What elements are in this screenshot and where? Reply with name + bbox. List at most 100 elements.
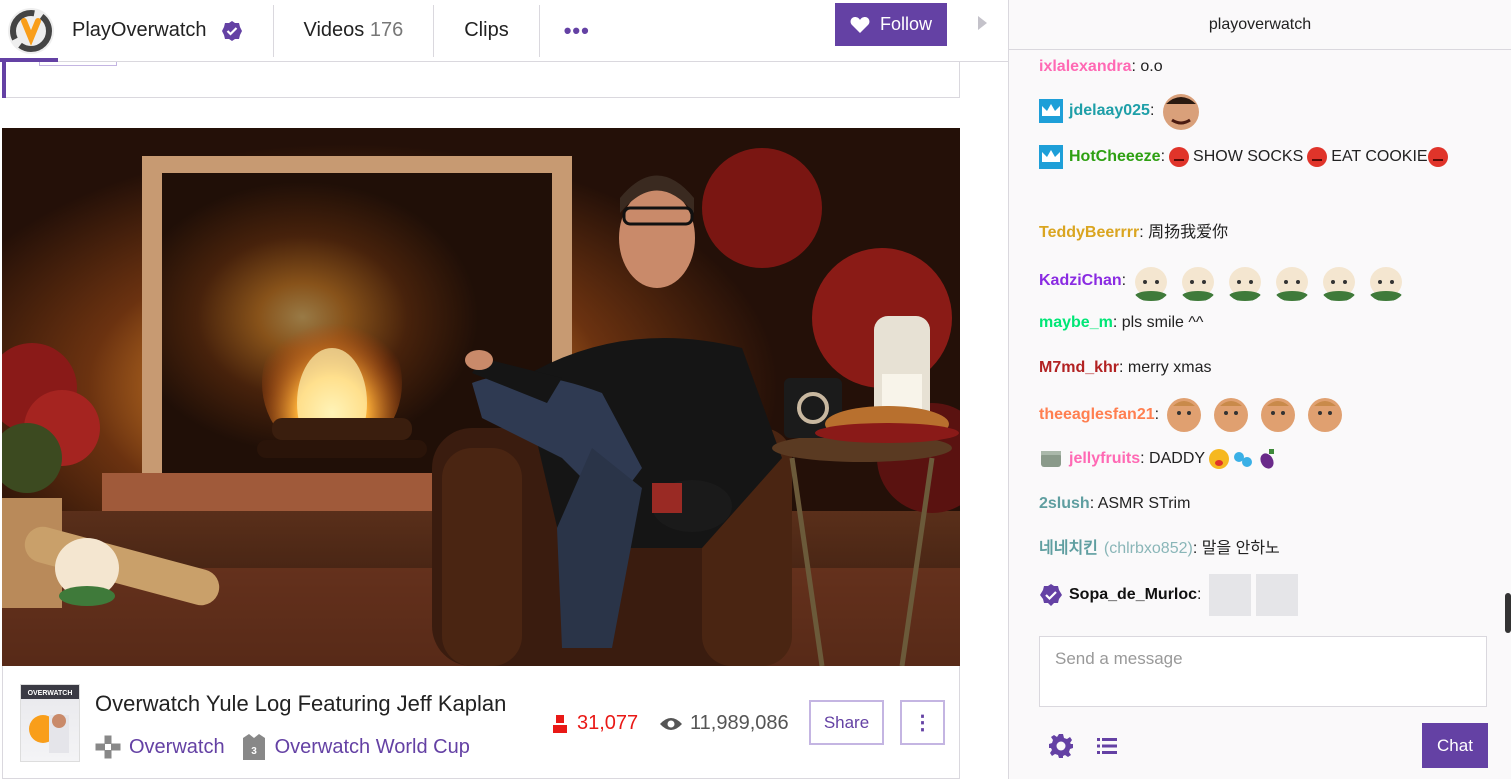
chat-message: 2slush : ASMR STrim (1039, 489, 1190, 519)
pachimari-emote-icon (1135, 267, 1168, 301)
chat-username[interactable]: jdelaay025 (1069, 96, 1150, 126)
game-link[interactable]: Overwatch (95, 735, 225, 759)
pachimari-emote-icon (1370, 267, 1403, 301)
chat-input[interactable] (1039, 636, 1487, 707)
chat-message: maybe_m : pls smile ^^ (1039, 308, 1203, 338)
chat-message: 네네치킨 (chlrbxo852) : 말을 안하노 (1039, 534, 1280, 564)
face-emote-icon (1308, 398, 1343, 432)
boxart-image: OVERWATCH (21, 685, 79, 753)
emote-group (1163, 394, 1351, 436)
game-label: Overwatch (129, 735, 225, 758)
viewer-list-icon[interactable] (1096, 735, 1118, 757)
chat-text: : merry xmas (1119, 359, 1212, 376)
chat-username[interactable]: theeaglesfan21 (1039, 400, 1155, 430)
chat-text: : 말을 안하노 (1192, 540, 1280, 557)
eggplant-emoji-icon (1260, 449, 1275, 469)
emote-placeholder (1209, 574, 1252, 616)
collection-link[interactable]: 3 Overwatch World Cup (241, 734, 470, 760)
follow-label: Follow (879, 14, 932, 34)
chat-username[interactable]: ixlalexandra (1039, 52, 1132, 82)
heart-icon (850, 16, 870, 33)
chat-username[interactable]: M7md_khr (1039, 353, 1119, 383)
svg-text:3: 3 (251, 746, 257, 757)
eye-icon (660, 717, 682, 730)
chat-username[interactable]: maybe_m (1039, 308, 1113, 338)
channel-header: PlayOverwatch Videos 176 Clips ••• Follo… (0, 0, 1008, 62)
vod-title: Overwatch Yule Log Featuring Jeff Kaplan (95, 691, 507, 716)
chat-username[interactable]: Sopa_de_Murloc (1069, 580, 1197, 610)
chat-message: HotCheeeze : SHOW SOCKS EAT COOKIE (1039, 142, 1489, 172)
angry-emoji-icon (1427, 147, 1448, 167)
face-emote-icon (1214, 398, 1249, 432)
chat-message: jellyfruits : DADDY (1039, 444, 1281, 474)
pachimari-emote-icon (1229, 267, 1262, 301)
card-tab (39, 62, 117, 66)
droplets-emoji-icon (1234, 452, 1253, 467)
main-content: OVERWATCH Overwatch Yule Log Featuring J… (0, 62, 1008, 779)
chat-text-part: EAT COOKIE (1331, 148, 1428, 165)
chat-text: : (1160, 148, 1166, 165)
gear-icon[interactable] (1048, 733, 1074, 759)
verified-badge-icon (1040, 584, 1062, 606)
chat-text: : (1154, 406, 1160, 423)
more-options-button[interactable]: ⋮ (900, 700, 945, 745)
tongue-emoji-icon (1209, 449, 1230, 469)
crown-badge-icon (1039, 145, 1063, 169)
bits-badge-icon (1041, 451, 1061, 467)
chat-username[interactable]: 2slush (1039, 489, 1090, 519)
boxart-text: OVERWATCH (28, 690, 73, 697)
chat-text: : (1121, 272, 1127, 289)
face-emote-icon (1261, 398, 1296, 432)
chat-username[interactable]: 네네치킨 (1039, 534, 1098, 564)
emote-group (1130, 260, 1412, 302)
more-menu-button[interactable]: ••• (540, 18, 614, 44)
video-frame (2, 128, 960, 666)
chat-scrollbar[interactable] (1505, 593, 1511, 633)
verified-icon (221, 20, 242, 41)
channel-name[interactable]: PlayOverwatch (72, 19, 207, 42)
collection-icon: 3 (242, 734, 265, 760)
video-player[interactable] (2, 128, 960, 666)
chat-login-name: (chlrbxo852) (1103, 540, 1193, 557)
chat-message: Sopa_de_Murloc : (1039, 574, 1299, 616)
crown-badge-icon (1039, 99, 1063, 123)
chat-text: : o.o (1131, 58, 1163, 75)
channel-logo[interactable] (2, 2, 60, 60)
chat-text: : DADDY (1140, 450, 1206, 467)
tab-clips-label: Clips (464, 19, 509, 41)
face-emote-icon (1163, 94, 1200, 130)
chat-username[interactable]: KadziChan (1039, 266, 1122, 296)
chat-username[interactable]: HotCheeeze (1069, 142, 1161, 172)
viewer-icon (553, 714, 567, 733)
chat-username[interactable]: TeddyBeerrrr (1039, 218, 1139, 248)
collection-label: Overwatch World Cup (274, 735, 470, 758)
chat-text: : pls smile ^^ (1112, 314, 1204, 331)
chat-message: ixlalexandra : o.o (1039, 52, 1163, 82)
chat-header: playoverwatch (1009, 0, 1511, 50)
tab-videos-label: Videos (303, 19, 365, 41)
emote-placeholder (1256, 574, 1299, 616)
chat-username[interactable]: jellyfruits (1069, 444, 1140, 474)
chat-text: : (1149, 102, 1155, 119)
view-count: 11,989,086 (660, 712, 789, 735)
chat-text: : 周扬我爱你 (1139, 224, 1229, 241)
viewer-count-value: 31,077 (577, 712, 639, 734)
vod-meta: Overwatch 3 Overwatch World Cup (95, 734, 486, 760)
chat-send-button[interactable]: Chat (1422, 723, 1488, 768)
angry-emoji-icon (1307, 147, 1328, 167)
tab-videos[interactable]: Videos 176 (274, 19, 434, 42)
overwatch-logo-icon (8, 7, 54, 54)
gamepad-icon (95, 735, 121, 759)
previous-card (2, 62, 960, 98)
game-boxart[interactable]: OVERWATCH (20, 684, 80, 762)
collapse-arrow-icon[interactable] (978, 16, 987, 30)
tab-clips[interactable]: Clips (434, 19, 538, 42)
chat-message: theeaglesfan21 : (1039, 394, 1351, 436)
view-count-value: 11,989,086 (690, 712, 789, 734)
share-button[interactable]: Share (809, 700, 884, 745)
chat-message: KadziChan : (1039, 260, 1412, 302)
pachimari-emote-icon (1182, 267, 1215, 301)
follow-button[interactable]: Follow (835, 3, 947, 46)
card-accent (2, 62, 6, 98)
chat-messages[interactable]: ixlalexandra : o.o jdelaay025 : HotCheee… (1039, 50, 1499, 625)
